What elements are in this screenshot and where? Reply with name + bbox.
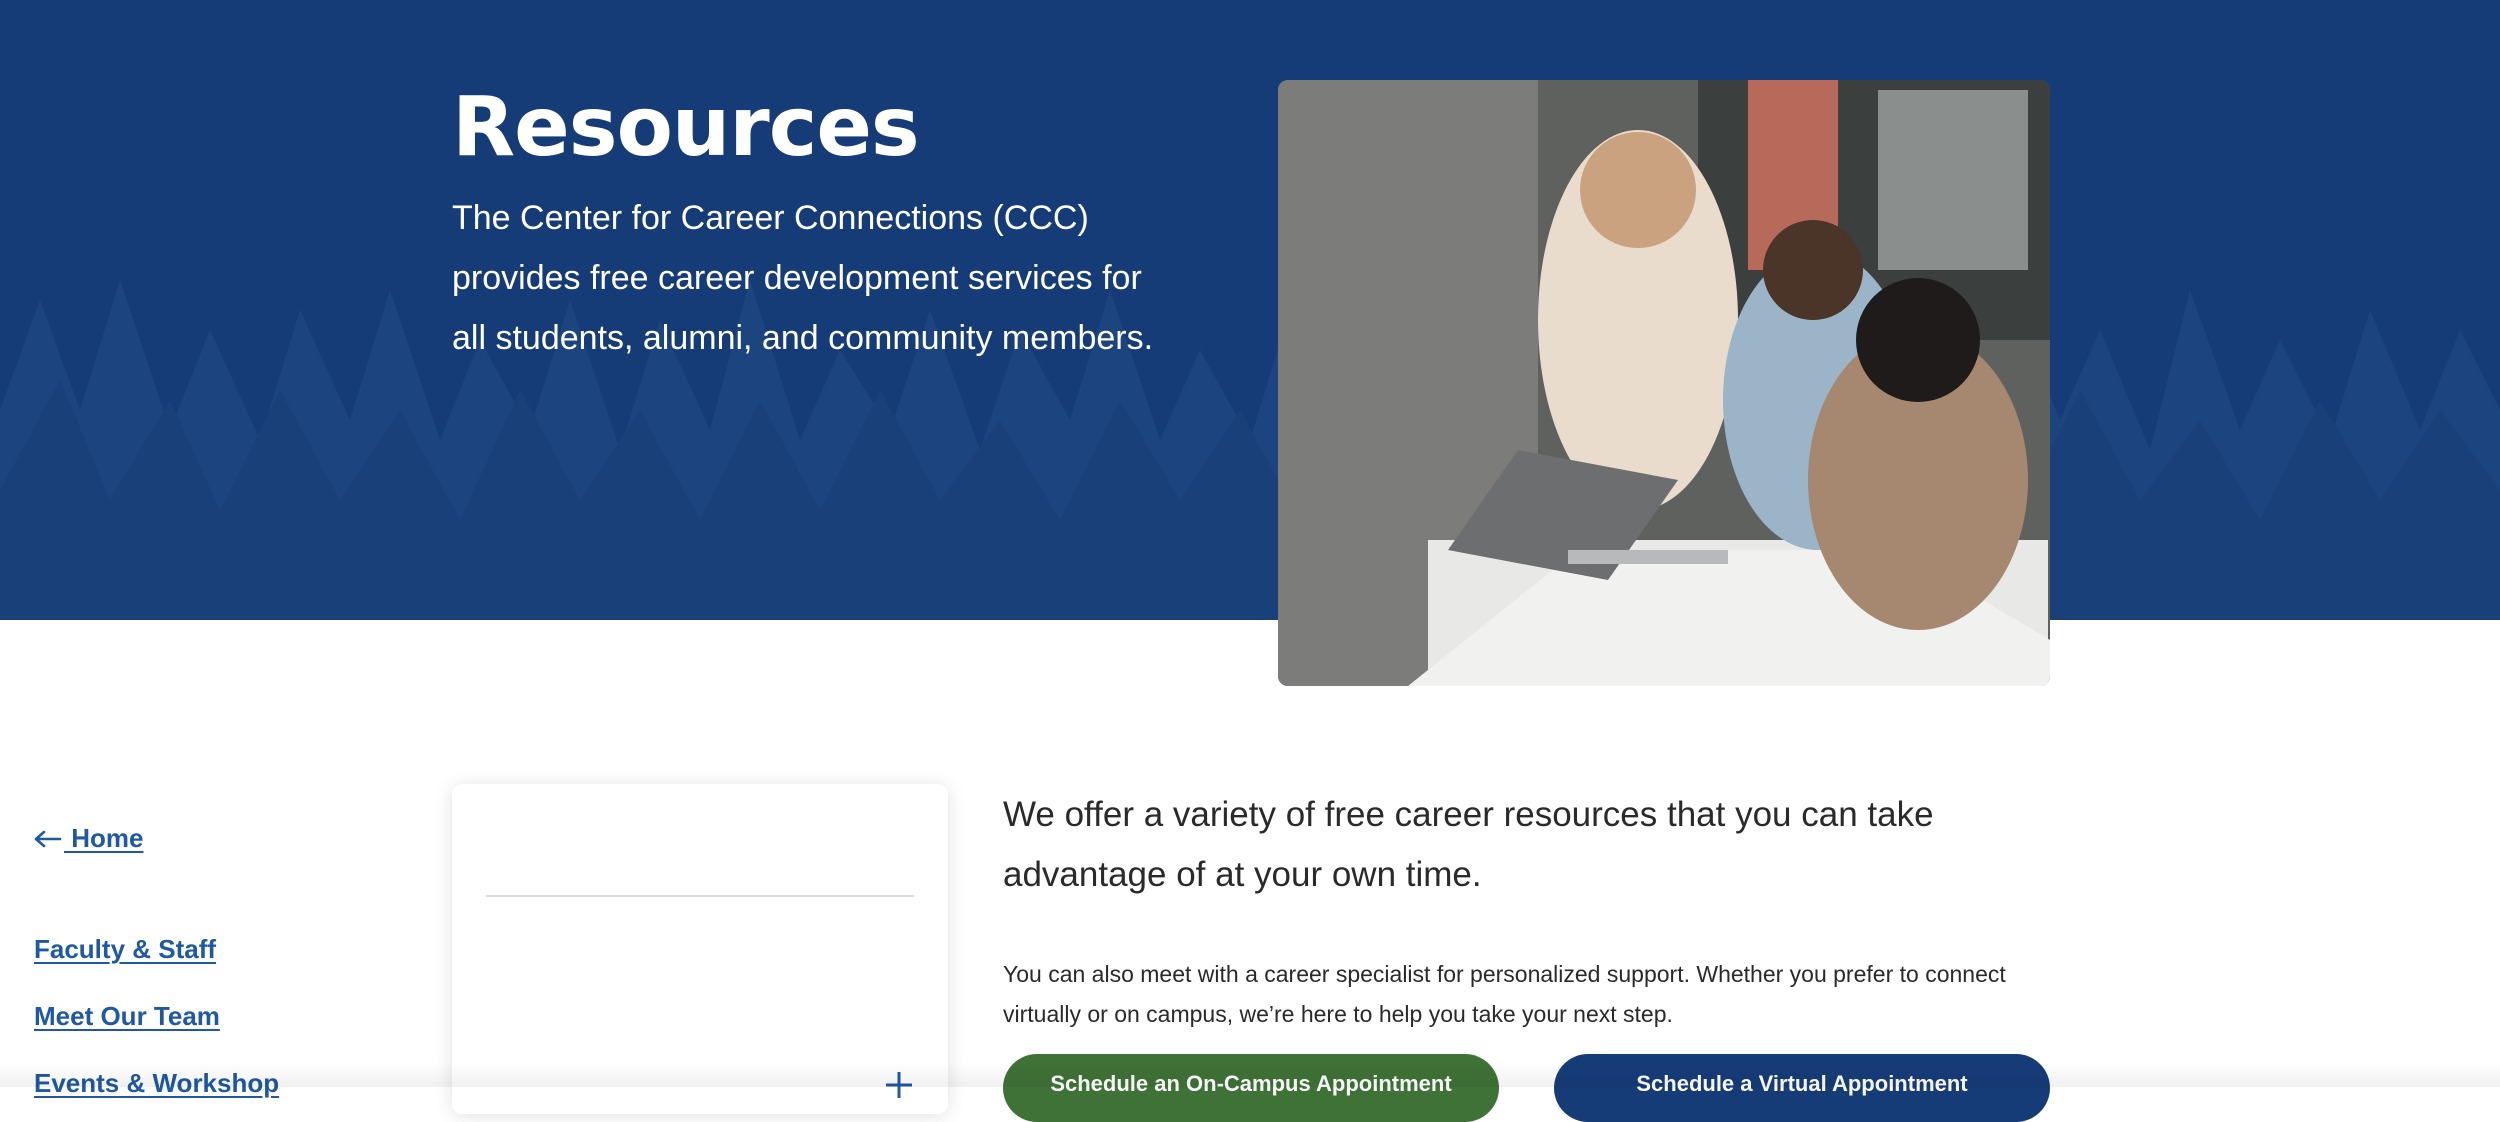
sidebar-item-home[interactable]: Home [34,823,143,854]
sidebar-item-meet-our-team[interactable]: Meet Our Team [34,1001,220,1032]
sidebar-item-events-workshop[interactable]: Events & Workshop [34,1068,279,1099]
tree-silhouette-background [0,280,2500,620]
sidebar-nav [452,784,948,1114]
lead-paragraph: We offer a variety of free career resour… [1003,795,1934,894]
home-link-label: Home [64,823,144,853]
hero-banner: Resources The Center for Career Connecti… [0,0,2500,620]
plus-icon[interactable] [884,1070,914,1100]
hero-description: The Center for Career Connections (CCC) … [452,199,1154,357]
sidebar-divider [486,895,914,897]
schedule-on-campus-button[interactable]: Schedule an On-Campus Appointment [1003,1054,1499,1122]
body-paragraph: You can also meet with a career speciali… [1003,961,2006,1027]
schedule-virtual-button[interactable]: Schedule a Virtual Appointment [1554,1054,2050,1122]
office-team-photo [1278,80,2050,686]
sidebar-item-faculty-staff[interactable]: Faculty & Staff [34,934,216,965]
arrow-left-icon [34,829,62,849]
page-title: Resources [452,80,920,175]
